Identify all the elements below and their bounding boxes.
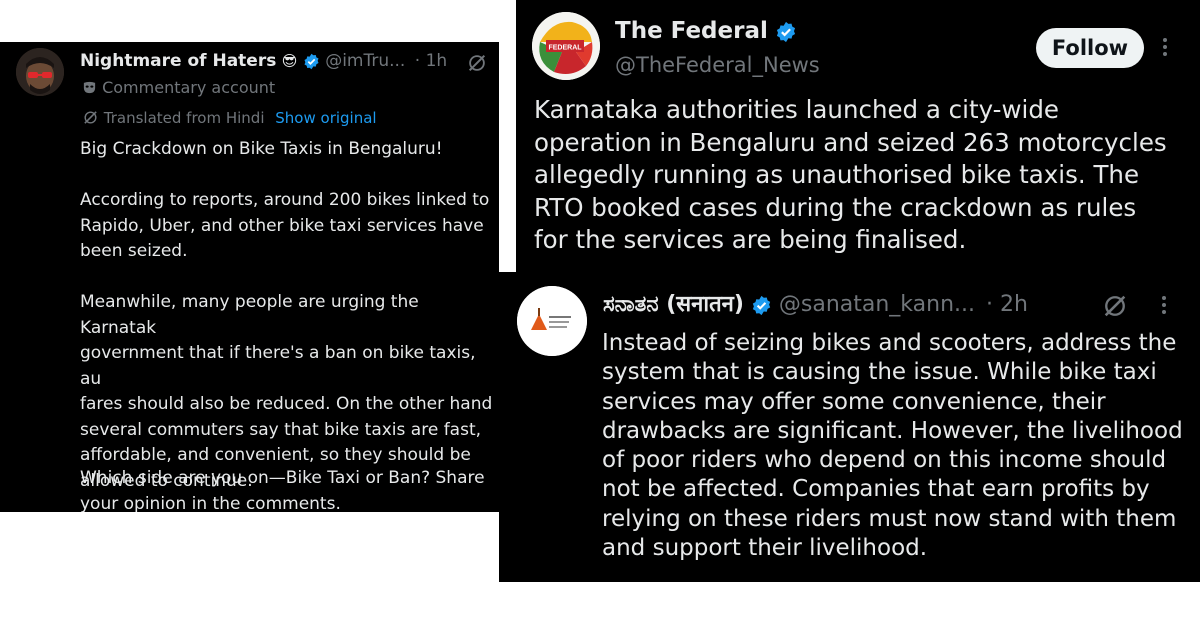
more-options-icon[interactable] xyxy=(1162,296,1166,317)
handle[interactable]: @TheFederal_News xyxy=(615,51,820,79)
verified-badge-icon xyxy=(777,21,796,42)
separator-dot: · xyxy=(986,292,993,317)
grok-icon[interactable] xyxy=(466,52,488,74)
tweet-left-header: Nightmare of Haters 😎 @imTru... · 1h xyxy=(80,50,447,72)
tweet-sanatan-header: ಸನಾತನ (सनातन) @sanatan_kann... · 2h xyxy=(603,290,1028,320)
separator-dot: · xyxy=(414,51,421,71)
avatar-nightmare[interactable] xyxy=(16,48,64,96)
show-original-link[interactable]: Show original xyxy=(275,109,376,127)
translation-row: Translated from Hindi Show original xyxy=(82,108,377,128)
tweet-federal: FEDERAL The Federal @TheFederal_News Fol… xyxy=(516,0,1200,272)
follow-button[interactable]: Follow xyxy=(1036,28,1144,68)
tweet-left-paragraph-3: Meanwhile, many people are urging the Ka… xyxy=(80,292,493,491)
display-name[interactable]: Nightmare of Haters xyxy=(80,51,276,71)
tweet-left-paragraph-1: Big Crackdown on Bike Taxis in Bengaluru… xyxy=(80,139,443,159)
translate-icon xyxy=(84,111,97,124)
tweet-federal-header: The Federal xyxy=(615,16,797,46)
commentary-label: Commentary account xyxy=(102,78,276,97)
handle[interactable]: @imTru... xyxy=(325,51,405,71)
translated-label: Translated from Hindi xyxy=(103,109,265,127)
federal-logo-text: FEDERAL xyxy=(548,45,582,52)
avatar-sanatan[interactable] xyxy=(517,286,587,356)
more-options-icon[interactable] xyxy=(1163,38,1167,59)
display-name[interactable]: ಸನಾತನ (सनातन) xyxy=(603,292,744,317)
tweet-federal-body: Karnataka authorities launched a city-wi… xyxy=(534,95,1167,255)
commentary-label-row: Commentary account xyxy=(82,78,275,98)
tweet-sanatan-body: Instead of seizing bikes and scooters, a… xyxy=(602,330,1183,562)
sunglasses-emoji: 😎 xyxy=(281,52,298,70)
tweet-left: Nightmare of Haters 😎 @imTru... · 1h Com… xyxy=(0,42,499,512)
tweet-left-paragraph-2: According to reports, around 200 bikes l… xyxy=(80,190,490,261)
tweet-left-paragraph-4: Which side are you on—Bike Taxi or Ban? … xyxy=(80,468,485,512)
handle[interactable]: @sanatan_kann... xyxy=(779,292,975,317)
verified-badge-icon xyxy=(752,295,771,315)
verified-badge-icon xyxy=(304,53,319,69)
timestamp[interactable]: 1h xyxy=(426,51,448,71)
avatar-federal[interactable]: FEDERAL xyxy=(532,12,600,80)
grok-icon[interactable] xyxy=(1101,292,1129,320)
tweet-sanatan: ಸನಾತನ (सनातन) @sanatan_kann... · 2h Inst… xyxy=(499,272,1200,582)
timestamp[interactable]: 2h xyxy=(1000,292,1028,317)
mask-icon xyxy=(83,81,96,94)
display-name[interactable]: The Federal xyxy=(615,18,768,44)
